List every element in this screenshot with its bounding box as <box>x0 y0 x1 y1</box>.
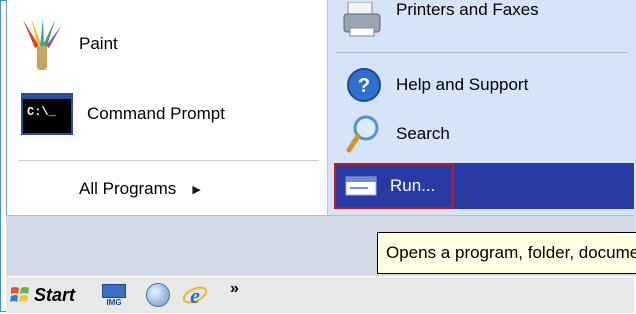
quicklaunch-desktop[interactable] <box>146 283 170 307</box>
printer-icon <box>342 1 382 38</box>
menu-help-and-support[interactable]: ? Help and Support <box>346 64 528 106</box>
menu-help-and-support-label: Help and Support <box>396 75 529 94</box>
arrow-right-icon: ▶ <box>192 183 201 196</box>
menu-search[interactable]: Search <box>346 112 450 156</box>
run-tooltip-text: Opens a program, folder, document <box>386 243 636 262</box>
image-viewer-label: IMG <box>106 297 122 307</box>
menu-search-label: Search <box>396 124 450 143</box>
programs-separator <box>19 160 319 161</box>
command-prompt-icon-text: C:\_ <box>27 105 56 119</box>
all-programs-label: All Programs <box>79 179 177 198</box>
search-icon <box>346 114 382 154</box>
quicklaunch-img-app[interactable]: IMG <box>102 281 126 309</box>
places-separator <box>336 52 628 53</box>
run-tooltip: Opens a program, folder, document <box>377 232 636 274</box>
paint-icon <box>17 16 65 72</box>
run-highlight-box <box>334 163 454 209</box>
svg-text:e: e <box>190 283 200 308</box>
quicklaunch-internet-explorer[interactable]: e <box>182 281 208 309</box>
quicklaunch-overflow[interactable]: » <box>230 279 239 299</box>
chevron-double-right-icon: » <box>230 280 239 297</box>
program-paint[interactable]: Paint <box>17 12 118 76</box>
menu-printers-and-faxes-label: Printers and Faxes <box>396 0 539 19</box>
image-viewer-icon <box>102 283 126 298</box>
windows-logo-icon <box>10 285 30 305</box>
program-command-prompt[interactable]: C:\_ Command Prompt <box>21 90 225 138</box>
start-button-label: Start <box>34 284 76 305</box>
command-prompt-icon: C:\_ <box>21 93 73 135</box>
program-command-prompt-label: Command Prompt <box>87 104 225 123</box>
help-icon: ? <box>346 67 382 103</box>
internet-explorer-icon: e <box>182 282 208 308</box>
globe-icon <box>146 283 170 307</box>
all-programs-button[interactable]: All Programs ▶ <box>79 174 201 204</box>
taskbar: Start IMG e » <box>6 276 634 313</box>
program-paint-label: Paint <box>79 34 118 53</box>
start-button[interactable]: Start <box>10 281 75 309</box>
svg-text:?: ? <box>358 75 370 97</box>
menu-printers-and-faxes[interactable]: Printers and Faxes <box>342 0 539 40</box>
